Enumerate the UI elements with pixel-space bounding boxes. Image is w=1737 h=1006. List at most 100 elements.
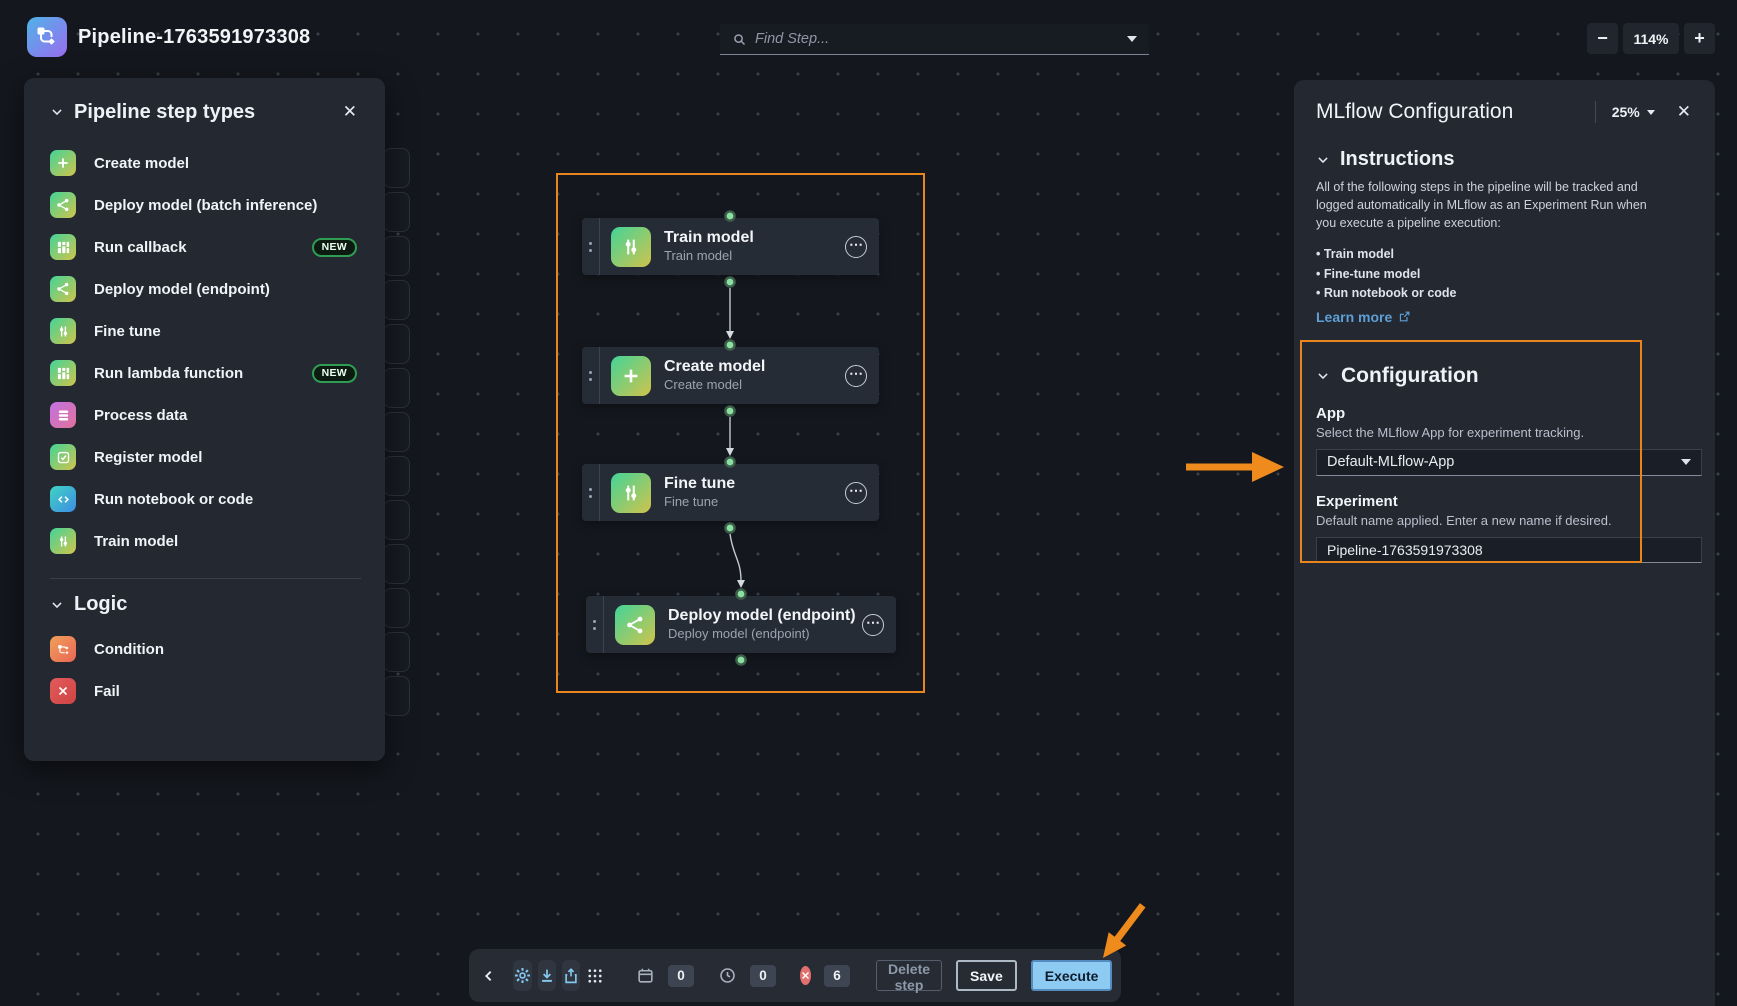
palette-item-label: Deploy model (endpoint): [94, 281, 270, 298]
node-options-button[interactable]: ⋯: [862, 614, 884, 636]
sliders-icon: [611, 227, 651, 267]
collapse-toolbar-button[interactable]: [481, 968, 497, 984]
timeout-count-badge: 0: [750, 965, 776, 987]
chevron-down-icon[interactable]: [50, 105, 64, 119]
share-icon: [50, 276, 76, 302]
drag-handle-icon[interactable]: [582, 464, 600, 521]
chevron-down-icon[interactable]: [1316, 369, 1330, 383]
pipeline-step-types-panel: Pipeline step types ✕ Create model Deplo…: [24, 78, 385, 761]
external-link-icon: [1398, 310, 1411, 323]
export-button[interactable]: [562, 960, 580, 991]
layers-icon: [50, 402, 76, 428]
palette-item-label: Condition: [94, 641, 164, 658]
chevron-down-icon: [1647, 110, 1655, 115]
error-icon[interactable]: [800, 966, 811, 985]
node-options-button[interactable]: ⋯: [845, 236, 867, 258]
header-divider: [1595, 101, 1596, 123]
hidden-step-placeholder: [383, 456, 410, 496]
instructions-title: Instructions: [1340, 148, 1454, 171]
chevron-down-icon[interactable]: [1316, 153, 1330, 167]
sliders-icon: [50, 528, 76, 554]
node-title: Deploy model (endpoint): [668, 606, 856, 626]
search-dropdown-caret-icon[interactable]: [1127, 36, 1137, 42]
find-step-searchbox[interactable]: [720, 24, 1149, 55]
share-icon: [615, 605, 655, 645]
palette-item-run-lambda-function[interactable]: Run lambda function NEW: [50, 352, 361, 394]
palette-item-create-model[interactable]: Create model: [50, 142, 361, 184]
new-badge: NEW: [312, 238, 357, 257]
palette-item-label: Run callback: [94, 239, 187, 256]
panel-close-button[interactable]: ✕: [1677, 102, 1691, 122]
palette-item-deploy-model-endpoint[interactable]: Deploy model (endpoint): [50, 268, 361, 310]
annotation-arrow-configuration: [1186, 452, 1284, 482]
hidden-step-placeholder: [383, 280, 410, 320]
page-title: Pipeline-1763591973308: [78, 26, 310, 49]
sliders-icon: [50, 318, 76, 344]
palette-item-deploy-model-batch[interactable]: Deploy model (batch inference): [50, 184, 361, 226]
logic-section-title: Logic: [74, 593, 127, 616]
bullet-item: Fine-tune model: [1316, 265, 1691, 284]
schedule-indicator[interactable]: [636, 966, 655, 985]
hidden-step-placeholder: [383, 632, 410, 672]
drag-handle-icon[interactable]: [586, 596, 604, 653]
node-train-model[interactable]: Train model Train model ⋯: [582, 218, 879, 275]
palette-item-fine-tune[interactable]: Fine tune: [50, 310, 361, 352]
hidden-step-placeholder: [383, 324, 410, 364]
delete-step-button[interactable]: Delete step: [876, 960, 942, 991]
experiment-field-help: Default name applied. Enter a new name i…: [1316, 513, 1691, 528]
palette-item-run-callback[interactable]: Run callback NEW: [50, 226, 361, 268]
drag-handle-icon[interactable]: [582, 347, 600, 404]
bullet-item: Train model: [1316, 245, 1691, 264]
palette-item-process-data[interactable]: Process data: [50, 394, 361, 436]
download-icon: [538, 967, 556, 985]
palette-item-label: Create model: [94, 155, 189, 172]
search-input[interactable]: [755, 31, 1127, 47]
learn-more-link[interactable]: Learn more: [1316, 309, 1411, 325]
palette-item-fail[interactable]: Fail: [50, 670, 361, 712]
settings-button[interactable]: [513, 960, 532, 991]
x-icon: [50, 678, 76, 704]
palette-item-label: Train model: [94, 533, 178, 550]
experiment-name-input[interactable]: [1316, 537, 1702, 563]
node-subtitle: Create model: [664, 377, 765, 393]
palette-item-register-model[interactable]: Register model: [50, 436, 361, 478]
panel-zoom-dropdown[interactable]: 25%: [1612, 104, 1655, 120]
palette-close-button[interactable]: ✕: [339, 100, 361, 124]
import-button[interactable]: [538, 960, 556, 991]
app-select[interactable]: Default-MLflow-App: [1316, 449, 1702, 476]
plus-icon: [611, 356, 651, 396]
save-button[interactable]: Save: [956, 960, 1017, 991]
gear-icon: [513, 966, 532, 985]
palette-item-condition[interactable]: Condition: [50, 628, 361, 670]
timeout-indicator[interactable]: [718, 966, 737, 985]
bullet-item: Run notebook or code: [1316, 284, 1691, 303]
plus-icon: [50, 150, 76, 176]
grid-icon: [50, 360, 76, 386]
palette-item-label: Register model: [94, 449, 202, 466]
node-deploy-model-endpoint[interactable]: Deploy model (endpoint) Deploy model (en…: [586, 596, 896, 653]
zoom-out-button[interactable]: −: [1587, 23, 1618, 54]
zoom-in-button[interactable]: +: [1684, 23, 1715, 54]
layout-grid-button[interactable]: [586, 960, 604, 991]
drag-handle-icon[interactable]: [582, 218, 600, 275]
node-options-button[interactable]: ⋯: [845, 365, 867, 387]
palette-item-label: Process data: [94, 407, 187, 424]
share-icon: [50, 192, 76, 218]
canvas-toolbar: 0 0 6 Delete step Save Execute: [469, 949, 1121, 1002]
palette-item-label: Run notebook or code: [94, 491, 253, 508]
hidden-step-placeholder: [383, 192, 410, 232]
panel-title: MLflow Configuration: [1316, 100, 1513, 124]
execute-button[interactable]: Execute: [1031, 960, 1113, 991]
configuration-title: Configuration: [1341, 364, 1479, 388]
chevron-down-icon[interactable]: [50, 598, 64, 612]
node-fine-tune[interactable]: Fine tune Fine tune ⋯: [582, 464, 879, 521]
node-create-model[interactable]: Create model Create model ⋯: [582, 347, 879, 404]
learn-more-label: Learn more: [1316, 309, 1392, 325]
instructions-bullet-list: Train model Fine-tune model Run notebook…: [1316, 245, 1691, 303]
node-options-button[interactable]: ⋯: [845, 482, 867, 504]
palette-title: Pipeline step types: [74, 101, 255, 124]
palette-item-label: Fail: [94, 683, 120, 700]
grid-icon: [50, 234, 76, 260]
palette-item-train-model[interactable]: Train model: [50, 520, 361, 562]
palette-item-run-notebook-or-code[interactable]: Run notebook or code: [50, 478, 361, 520]
